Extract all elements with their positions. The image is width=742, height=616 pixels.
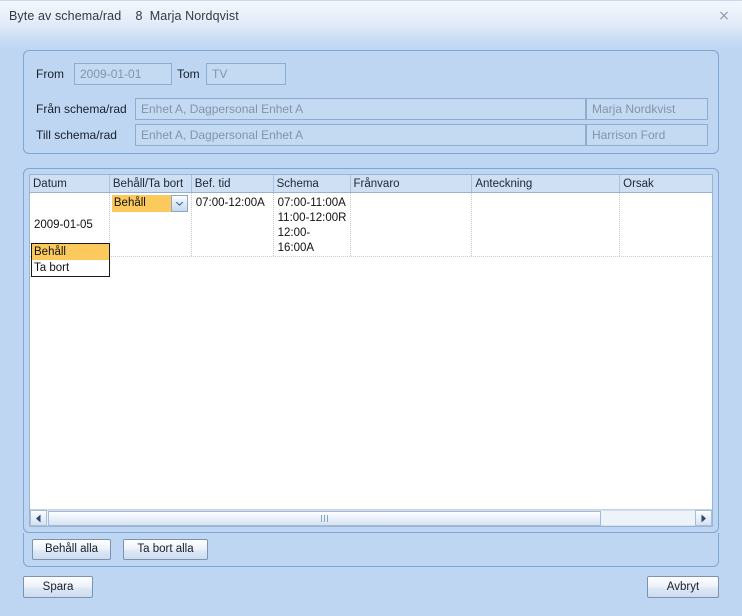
schedule-grid-panel: Datum Behåll/Ta bort Bef. tid Schema Frå… xyxy=(23,168,719,533)
grid-body: 2009-01-05 Behåll 07:00-12:00A 07:00-11:… xyxy=(30,193,712,509)
column-header-behall[interactable]: Behåll/Ta bort xyxy=(110,175,192,192)
cancel-button[interactable]: Avbryt xyxy=(647,576,719,598)
dropdown-option-ta-bort[interactable]: Ta bort xyxy=(32,260,109,276)
tom-label: Tom xyxy=(177,67,200,81)
dialog-titlebar: Byte av schema/rad 8 Marja Nordqvist × xyxy=(0,0,742,34)
behall-combobox-value: Behåll xyxy=(111,195,171,212)
thumb-grip xyxy=(327,515,328,522)
column-header-franvaro[interactable]: Frånvaro xyxy=(351,175,473,192)
column-header-schema[interactable]: Schema xyxy=(274,175,351,192)
cell-orsak[interactable] xyxy=(620,193,712,256)
column-header-datum[interactable]: Datum xyxy=(30,175,110,192)
save-button[interactable]: Spara xyxy=(23,576,93,598)
tom-input[interactable]: TV xyxy=(206,63,286,85)
column-header-orsak[interactable]: Orsak xyxy=(620,175,712,192)
till-schema-input[interactable]: Enhet A, Dagpersonal Enhet A xyxy=(135,124,586,146)
keep-all-button[interactable]: Behåll alla xyxy=(32,539,111,560)
scroll-left-arrow-icon[interactable] xyxy=(30,510,47,526)
grid-header-row: Datum Behåll/Ta bort Bef. tid Schema Frå… xyxy=(30,175,712,193)
fran-person-input[interactable]: Marja Nordkvist xyxy=(586,98,708,120)
till-person-input[interactable]: Harrison Ford xyxy=(586,124,708,146)
cell-behall[interactable]: Behåll xyxy=(110,193,192,256)
thumb-grip xyxy=(321,515,322,522)
cell-bef-tid[interactable]: 07:00-12:00A xyxy=(192,193,274,256)
from-label: From xyxy=(36,67,64,81)
till-schema-label: Till schema/rad xyxy=(36,128,117,142)
fran-schema-label: Från schema/rad xyxy=(36,102,127,116)
scroll-right-arrow-icon[interactable] xyxy=(695,510,712,526)
dialog-window: Byte av schema/rad 8 Marja Nordqvist × F… xyxy=(0,0,742,616)
table-row[interactable]: 2009-01-05 Behåll 07:00-12:00A 07:00-11:… xyxy=(30,193,712,257)
thumb-grip xyxy=(324,515,325,522)
cell-anteckning[interactable] xyxy=(472,193,621,256)
column-header-anteckning[interactable]: Anteckning xyxy=(472,175,621,192)
horizontal-scrollbar[interactable] xyxy=(30,509,712,526)
behall-dropdown-list[interactable]: Behåll Ta bort xyxy=(31,243,110,277)
triangle-left-glyph xyxy=(36,514,41,522)
grid-actions-panel: Behåll alla Ta bort alla xyxy=(23,533,719,567)
scrollbar-track[interactable] xyxy=(47,510,695,526)
chevron-down-glyph xyxy=(175,201,184,206)
column-header-bef-tid[interactable]: Bef. tid xyxy=(192,175,274,192)
close-icon[interactable]: × xyxy=(712,6,736,26)
scrollbar-thumb[interactable] xyxy=(48,511,601,526)
behall-combobox[interactable]: Behåll xyxy=(110,194,189,213)
chevron-down-icon[interactable] xyxy=(170,195,188,212)
fran-schema-input[interactable]: Enhet A, Dagpersonal Enhet A xyxy=(135,98,586,120)
cell-schema[interactable]: 07:00-11:00A 11:00-12:00R 12:00-16:00A xyxy=(274,193,351,256)
schedule-grid[interactable]: Datum Behåll/Ta bort Bef. tid Schema Frå… xyxy=(29,174,713,527)
dropdown-option-behall[interactable]: Behåll xyxy=(32,244,109,260)
from-input[interactable]: 2009-01-01 xyxy=(74,63,172,85)
cell-franvaro[interactable] xyxy=(351,193,473,256)
triangle-right-glyph xyxy=(701,514,706,522)
dialog-title: Byte av schema/rad 8 Marja Nordqvist xyxy=(9,9,239,23)
remove-all-button[interactable]: Ta bort alla xyxy=(123,539,208,560)
schedule-form-panel: From 2009-01-01 Tom TV Från schema/rad E… xyxy=(23,50,719,154)
